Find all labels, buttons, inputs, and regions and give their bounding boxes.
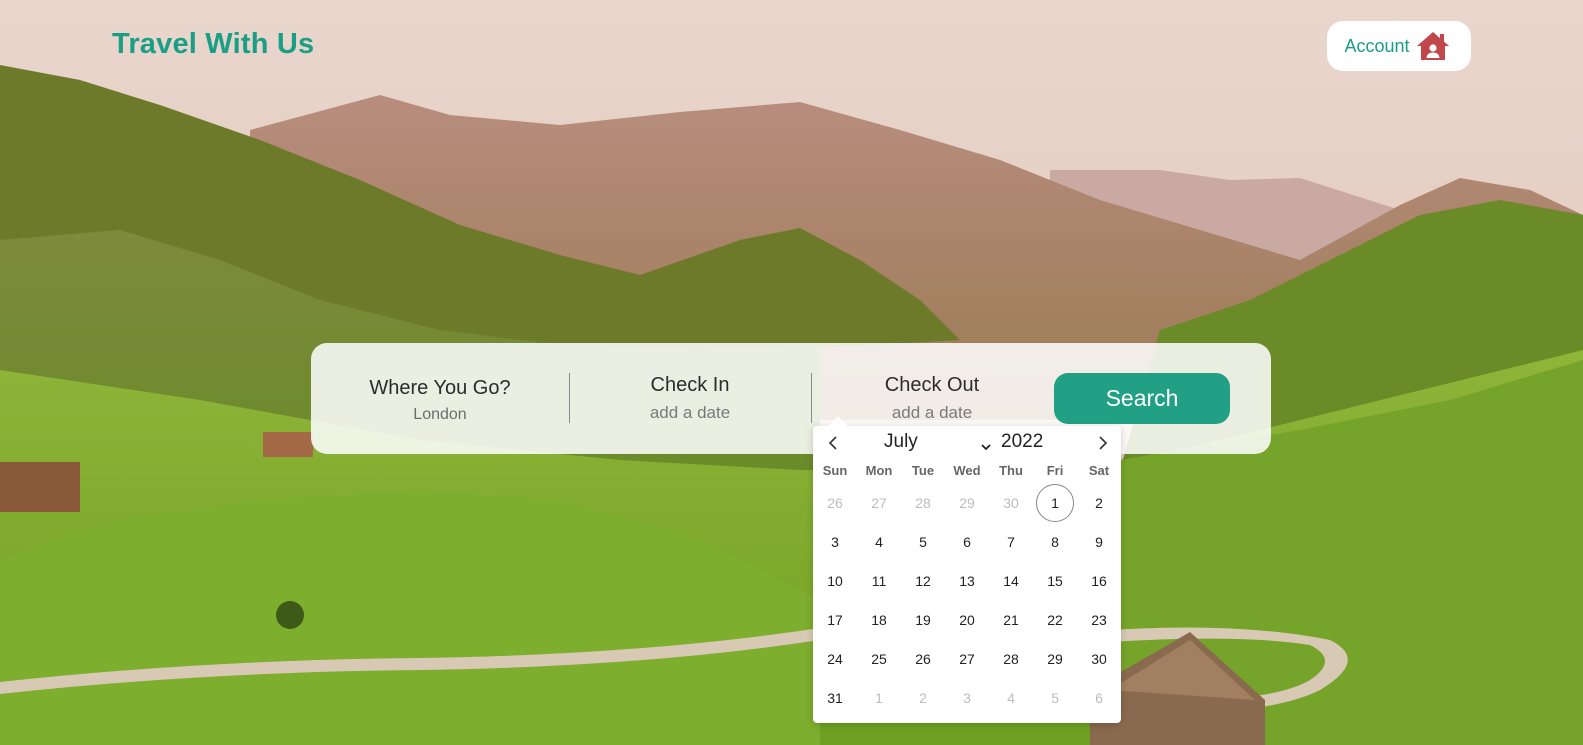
calendar-day[interactable]: 3 [816, 523, 854, 561]
weekday-label: Thu [999, 463, 1023, 478]
weekday-label: Wed [953, 463, 981, 478]
destination-title: Where You Go? [369, 376, 511, 399]
calendar-day[interactable]: 29 [1036, 640, 1074, 678]
calendar-day[interactable]: 9 [1080, 523, 1118, 561]
calendar-day[interactable]: 1 [860, 679, 898, 717]
calendar-day[interactable]: 12 [904, 562, 942, 600]
weekday-label: Fri [1046, 463, 1064, 478]
search-bar: Where You Go? London Check In add a date… [311, 343, 1271, 454]
house-user-icon [1416, 31, 1450, 61]
calendar-day[interactable]: 30 [992, 484, 1030, 522]
calendar-day[interactable]: 26 [816, 484, 854, 522]
weekday-label: Sun [822, 463, 848, 478]
search-button[interactable]: Search [1054, 373, 1230, 424]
weekday-label: Mon [865, 463, 893, 478]
calendar-day[interactable]: 27 [948, 640, 986, 678]
calendar-day[interactable]: 19 [904, 601, 942, 639]
weekday-row: Sun Mon Tue Wed Thu Fri Sat [813, 463, 1121, 483]
calendar-day[interactable]: 22 [1036, 601, 1074, 639]
year-input[interactable]: 2022 [1001, 431, 1043, 453]
calendar-day[interactable]: 17 [816, 601, 854, 639]
checkout-input[interactable]: add a date [892, 403, 972, 423]
chevron-left-icon[interactable] [823, 433, 843, 453]
calendar-day[interactable]: 6 [1080, 679, 1118, 717]
destination-value[interactable]: London [413, 406, 466, 424]
calendar-day-today[interactable]: 1 [1036, 484, 1074, 522]
calendar-header: July 2022 [813, 426, 1121, 460]
calendar-day[interactable]: 6 [948, 523, 986, 561]
calendar-day[interactable]: 20 [948, 601, 986, 639]
calendar-day[interactable]: 23 [1080, 601, 1118, 639]
calendar-day[interactable]: 16 [1080, 562, 1118, 600]
calendar-day[interactable]: 2 [1080, 484, 1118, 522]
calendar-day[interactable]: 3 [948, 679, 986, 717]
chevron-down-icon[interactable] [980, 438, 992, 456]
weekday-label: Tue [911, 463, 935, 478]
destination-field[interactable]: Where You Go? London [311, 343, 569, 454]
checkout-title: Check Out [884, 374, 980, 396]
calendar-day[interactable]: 5 [904, 523, 942, 561]
calendar-day[interactable]: 15 [1036, 562, 1074, 600]
weekday-label: Sat [1088, 463, 1110, 478]
month-select[interactable]: July [884, 431, 918, 453]
calendar-day[interactable]: 14 [992, 562, 1030, 600]
checkin-input[interactable]: add a date [650, 403, 730, 423]
calendar-day[interactable]: 13 [948, 562, 986, 600]
calendar-day[interactable]: 29 [948, 484, 986, 522]
calendar-day[interactable]: 2 [904, 679, 942, 717]
calendar-day[interactable]: 8 [1036, 523, 1074, 561]
calendar-day[interactable]: 18 [860, 601, 898, 639]
calendar-day[interactable]: 30 [1080, 640, 1118, 678]
calendar-day[interactable]: 28 [904, 484, 942, 522]
account-label: Account [1344, 35, 1410, 56]
calendar-day[interactable]: 5 [1036, 679, 1074, 717]
calendar-day[interactable]: 11 [860, 562, 898, 600]
calendar-day[interactable]: 21 [992, 601, 1030, 639]
calendar-day[interactable]: 31 [816, 679, 854, 717]
calendar-day[interactable]: 26 [904, 640, 942, 678]
calendar-day[interactable]: 7 [992, 523, 1030, 561]
date-picker-popup: July 2022 Sun Mon Tue Wed Thu Fri Sat 26… [813, 416, 1121, 723]
calendar-day[interactable]: 27 [860, 484, 898, 522]
brand-logo[interactable]: Travel With Us [112, 28, 314, 61]
calendar-day[interactable]: 4 [860, 523, 898, 561]
calendar-day[interactable]: 28 [992, 640, 1030, 678]
calendar-day[interactable]: 4 [992, 679, 1030, 717]
account-button[interactable]: Account [1327, 21, 1471, 71]
checkin-title: Check In [650, 374, 730, 396]
calendar-day[interactable]: 25 [860, 640, 898, 678]
calendar-day[interactable]: 10 [816, 562, 854, 600]
calendar-day[interactable]: 24 [816, 640, 854, 678]
chevron-right-icon[interactable] [1093, 433, 1113, 453]
checkin-field[interactable]: Check In add a date [569, 343, 811, 454]
